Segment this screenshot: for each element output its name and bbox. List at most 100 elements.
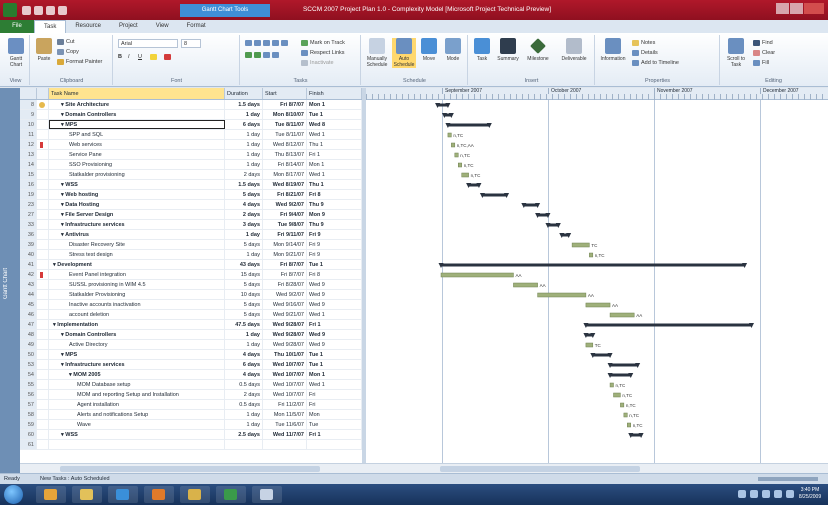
taskbar-app[interactable] (72, 486, 102, 503)
maximize-button[interactable] (790, 3, 803, 14)
taskbar-app[interactable] (180, 486, 210, 503)
start-cell[interactable]: Tue 8/11/07 (263, 130, 307, 139)
row-id[interactable]: 46 (20, 310, 37, 319)
percent-complete-buttons[interactable] (245, 39, 290, 47)
task-bar[interactable] (609, 312, 635, 318)
duration-cell[interactable]: 0.5 days (225, 400, 263, 409)
summary-button[interactable]: Summary (497, 38, 519, 62)
row-id[interactable]: 55 (20, 380, 37, 389)
finish-cell[interactable]: Fri 1 (307, 150, 362, 159)
finish-cell[interactable]: Tue (307, 420, 362, 429)
row-id[interactable]: 10 (20, 120, 37, 129)
finish-cell[interactable]: Tue 1 (307, 260, 362, 269)
duration-cell[interactable]: 5 days (225, 190, 263, 199)
row-id[interactable]: 39 (20, 240, 37, 249)
task-bar[interactable] (513, 282, 538, 288)
fill-button[interactable]: Fill (753, 59, 769, 67)
finish-cell[interactable]: Fri 9 (307, 250, 362, 259)
mark-on-track-button[interactable]: Mark on Track (301, 39, 345, 47)
duration-cell[interactable]: 10 days (225, 290, 263, 299)
move-button[interactable]: Move (418, 38, 440, 62)
table-row[interactable]: 53 ▾ Infrastructure services 6 days Wed 10/… (20, 360, 362, 370)
finish-cell[interactable]: Fri 8 (307, 270, 362, 279)
table-row[interactable]: 36 ▾ Antivirus 1 day Fri 9/11/07 Fri 9 (20, 230, 362, 240)
task-name-cell[interactable]: ▾ Domain Controllers (49, 330, 225, 339)
tray-icon[interactable] (738, 490, 746, 498)
task-name-header[interactable]: Task Name (49, 88, 225, 99)
task-bar[interactable] (571, 242, 590, 248)
task-name-cell[interactable]: Wave (49, 420, 225, 429)
duration-cell[interactable]: 1 day (225, 110, 263, 119)
start-cell[interactable]: Wed 9/21/07 (263, 310, 307, 319)
row-id[interactable]: 16 (20, 180, 37, 189)
row-id[interactable]: 14 (20, 160, 37, 169)
start-cell[interactable]: Wed 10/7/07 (263, 380, 307, 389)
duration-cell[interactable]: 1 day (225, 140, 263, 149)
duration-cell[interactable]: 2 days (225, 390, 263, 399)
task-name-cell[interactable]: ▾ Site Architecture (49, 100, 225, 109)
finish-cell[interactable]: Fri 9 (307, 230, 362, 239)
manually-schedule-button[interactable]: Manually Schedule (364, 38, 390, 68)
finish-cell[interactable]: Wed 1 (307, 380, 362, 389)
finish-cell[interactable]: Fri (307, 400, 362, 409)
duration-cell[interactable]: 1 day (225, 160, 263, 169)
table-row[interactable]: 44 Statkalder Provisioning 10 days Wed 9/2/… (20, 290, 362, 300)
row-id[interactable]: 58 (20, 410, 37, 419)
task-name-cell[interactable]: ▾ MPS (49, 120, 225, 129)
gantt-chart-button[interactable]: Gantt Chart (5, 38, 27, 68)
finish-cell[interactable] (307, 440, 362, 449)
tray-icon[interactable] (750, 490, 758, 498)
task-name-cell[interactable]: Active Directory (49, 340, 225, 349)
volume-icon[interactable] (786, 490, 794, 498)
start-cell[interactable]: Fri 8/7/07 (263, 100, 307, 109)
inactivate-button[interactable]: Inactivate (301, 59, 334, 67)
duration-cell[interactable]: 2.5 days (225, 430, 263, 439)
task-bar[interactable] (537, 292, 587, 298)
row-id[interactable]: 36 (20, 230, 37, 239)
start-cell[interactable]: Fri 8/14/07 (263, 160, 307, 169)
duration-cell[interactable]: 1 day (225, 250, 263, 259)
finish-cell[interactable]: Wed 8 (307, 120, 362, 129)
start-cell[interactable]: Mon 11/5/07 (263, 410, 307, 419)
start-cell[interactable]: Thu 8/13/07 (263, 150, 307, 159)
task-bar[interactable] (623, 412, 628, 418)
task-name-cell[interactable]: ▾ WSS (49, 180, 225, 189)
view-bar[interactable]: Gantt Chart (0, 88, 20, 473)
row-id[interactable]: 12 (20, 140, 37, 149)
table-row[interactable]: 12 Web services 1 day Wed 8/12/07 Thu 1 (20, 140, 362, 150)
bold-button[interactable]: B (118, 53, 122, 61)
finish-cell[interactable]: Wed 1 (307, 310, 362, 319)
highlight-color-button[interactable] (150, 53, 159, 61)
customize-qat-icon[interactable] (58, 5, 67, 15)
finish-cell[interactable]: Wed 9 (307, 280, 362, 289)
summary-bar[interactable] (441, 263, 745, 267)
start-cell[interactable]: Fri 8/28/07 (263, 280, 307, 289)
indent-buttons[interactable] (245, 51, 281, 59)
row-id[interactable]: 42 (20, 270, 37, 279)
row-id[interactable]: 13 (20, 150, 37, 159)
finish-cell[interactable]: Fri 9 (307, 240, 362, 249)
start-cell[interactable]: Mon 9/21/07 (263, 250, 307, 259)
taskbar-app[interactable] (144, 486, 174, 503)
table-row[interactable]: 40 Stress test design 1 day Mon 9/21/07 Fri … (20, 250, 362, 260)
table-row[interactable]: 55 MOM Database setup 0.5 days Wed 10/7/07 W… (20, 380, 362, 390)
row-id[interactable]: 54 (20, 370, 37, 379)
finish-cell[interactable]: Tue 1 (307, 360, 362, 369)
task-name-cell[interactable]: ▾ Infrastructure services (49, 220, 225, 229)
start-cell[interactable]: Fri 11/2/07 (263, 400, 307, 409)
task-bar[interactable] (451, 142, 456, 148)
finish-cell[interactable]: Mon 1 (307, 160, 362, 169)
task-bar[interactable] (620, 402, 625, 408)
finish-cell[interactable]: Mon 1 (307, 370, 362, 379)
summary-bar[interactable] (447, 123, 490, 127)
information-button[interactable]: Information (598, 38, 628, 62)
duration-cell[interactable]: 4 days (225, 200, 263, 209)
table-row[interactable]: 60 ▾ WSS 2.5 days Wed 11/7/07 Fri 1 (20, 430, 362, 440)
task-bar[interactable] (627, 422, 631, 428)
start-cell[interactable]: Wed 10/7/07 (263, 370, 307, 379)
task-bar[interactable] (585, 342, 594, 348)
start-cell[interactable]: Mon 8/17/07 (263, 170, 307, 179)
start-cell[interactable]: Fri 8/21/07 (263, 190, 307, 199)
finish-cell[interactable]: Tue 1 (307, 110, 362, 119)
row-id[interactable]: 49 (20, 340, 37, 349)
